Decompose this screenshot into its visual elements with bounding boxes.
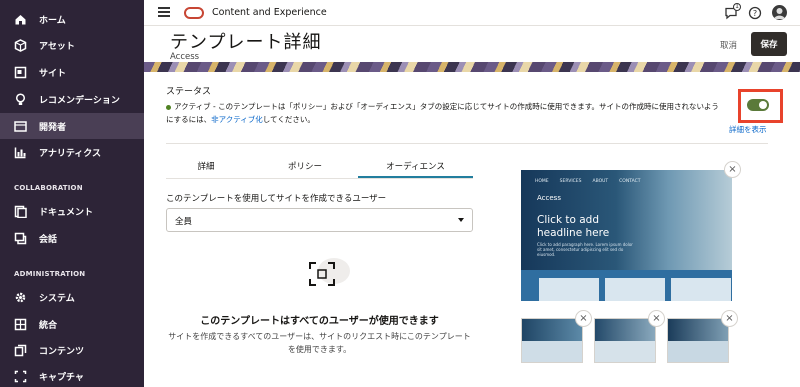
preview-nav-item: HOME bbox=[535, 179, 549, 184]
sidebar-item-label: アセット bbox=[39, 41, 75, 52]
cancel-button[interactable]: 取消 bbox=[720, 39, 737, 51]
template-thumbnail[interactable] bbox=[521, 318, 583, 363]
preview-nav-item: CONTACT bbox=[619, 179, 641, 184]
tab-active-indicator bbox=[358, 176, 473, 178]
page-subtitle: Access bbox=[170, 52, 200, 62]
deactivate-link[interactable]: 非アクティブ化 bbox=[211, 115, 263, 124]
close-icon[interactable]: × bbox=[724, 161, 741, 178]
preview-headline: Click to add headline here bbox=[537, 214, 610, 239]
notification-badge: 1 bbox=[733, 3, 741, 11]
tabs-rule bbox=[166, 178, 473, 179]
sidebar-item-system[interactable]: システム bbox=[0, 284, 144, 310]
sidebar-item-label: ドキュメント bbox=[39, 207, 94, 218]
sidebar-item-label: キャプチャ bbox=[39, 372, 84, 383]
status-text-line2: にするには、 bbox=[166, 115, 212, 124]
sidebar-item-sites[interactable]: サイト bbox=[0, 59, 144, 85]
audience-select[interactable]: 全員 bbox=[166, 208, 473, 232]
template-thumbnail[interactable] bbox=[667, 318, 729, 363]
empty-state-title: このテンプレートはすべてのユーザーが使用できます bbox=[200, 316, 439, 327]
page-title: テンプレート詳細 bbox=[170, 32, 322, 53]
sidebar-item-label: ホーム bbox=[39, 15, 66, 26]
empty-state-description: サイトを作成できるすべてのユーザーは、サイトのリクエスト時にこのテンプレートを使… bbox=[168, 332, 471, 354]
show-details-link[interactable]: 詳細を表示 bbox=[729, 124, 767, 135]
home-icon bbox=[14, 13, 27, 26]
close-icon[interactable]: × bbox=[575, 310, 592, 327]
preview-card bbox=[671, 278, 731, 301]
conversations-icon bbox=[14, 232, 27, 245]
sidebar-item-analytics[interactable]: アナリティクス bbox=[0, 139, 144, 165]
tab-policy[interactable]: ポリシー bbox=[255, 160, 355, 172]
gear-icon bbox=[14, 291, 27, 304]
section-divider bbox=[166, 143, 768, 144]
sidebar-item-documents[interactable]: ドキュメント bbox=[0, 198, 144, 224]
close-icon[interactable]: × bbox=[648, 310, 665, 327]
sidebar-item-capture[interactable]: キャプチャ bbox=[0, 363, 144, 387]
sidebar-item-label: レコメンデーション bbox=[39, 95, 120, 106]
close-icon[interactable]: × bbox=[721, 310, 738, 327]
sidebar-item-label: アナリティクス bbox=[39, 148, 102, 159]
svg-text:?: ? bbox=[753, 9, 757, 18]
status-label: ステータス bbox=[166, 87, 212, 97]
focus-frame-icon bbox=[309, 258, 350, 286]
integrations-icon bbox=[14, 318, 27, 331]
sidebar-item-label: 会話 bbox=[39, 234, 58, 245]
status-text-line1: アクティブ - このテンプレートは「ポリシー」および「オーディエンス」タブの設定… bbox=[174, 102, 719, 111]
preview-nav: HOME SERVICES ABOUT CONTACT bbox=[535, 179, 641, 184]
template-thumbnail[interactable] bbox=[594, 318, 656, 363]
status-description: アクティブ - このテンプレートは「ポリシー」および「オーディエンス」タブの設定… bbox=[166, 100, 734, 126]
header-banner bbox=[144, 62, 800, 72]
preview-card bbox=[539, 278, 599, 301]
sidebar: ホーム アセット サイト レコメンデーション 開発者 アナリティクス COLLA… bbox=[0, 0, 144, 387]
lightbulb-icon bbox=[14, 92, 27, 106]
oracle-logo bbox=[184, 7, 204, 19]
help-icon[interactable]: ? bbox=[748, 6, 762, 20]
sidebar-item-label: サイト bbox=[39, 68, 67, 79]
sidebar-section-collaboration: COLLABORATION bbox=[14, 184, 83, 192]
sites-icon bbox=[14, 66, 27, 79]
tab-audience[interactable]: オーディエンス bbox=[358, 160, 473, 172]
audience-field-label: このテンプレートを使用してサイトを作成できるユーザー bbox=[166, 194, 387, 204]
sidebar-item-label: 開発者 bbox=[39, 122, 67, 133]
content-icon bbox=[14, 344, 27, 357]
save-button[interactable]: 保存 bbox=[751, 32, 787, 56]
developer-icon bbox=[14, 120, 27, 133]
sidebar-item-home[interactable]: ホーム bbox=[0, 6, 144, 32]
tab-details[interactable]: 詳細 bbox=[166, 160, 246, 172]
user-icon bbox=[774, 8, 785, 19]
caret-down-icon bbox=[458, 218, 464, 222]
capture-icon bbox=[14, 370, 27, 383]
hamburger-menu-icon[interactable] bbox=[158, 7, 170, 19]
sidebar-item-conversations[interactable]: 会話 bbox=[0, 225, 144, 251]
status-text-suffix: してください。 bbox=[262, 115, 315, 124]
sidebar-item-assets[interactable]: アセット bbox=[0, 32, 144, 58]
toggle-knob bbox=[759, 101, 767, 109]
audience-select-value: 全員 bbox=[175, 217, 193, 227]
status-active-dot bbox=[166, 104, 171, 110]
user-avatar[interactable] bbox=[772, 5, 787, 20]
preview-nav-item: ABOUT bbox=[592, 179, 609, 184]
template-preview-main[interactable]: HOME SERVICES ABOUT CONTACT Access Click… bbox=[521, 170, 732, 301]
sidebar-item-label: コンテンツ bbox=[39, 346, 85, 357]
analytics-icon bbox=[14, 146, 27, 159]
sidebar-section-administration: ADMINISTRATION bbox=[14, 270, 86, 278]
status-toggle[interactable] bbox=[747, 99, 769, 111]
sidebar-item-integrations[interactable]: 統合 bbox=[0, 311, 144, 337]
preview-site-name: Access bbox=[537, 194, 561, 202]
cube-icon bbox=[14, 38, 27, 52]
documents-icon bbox=[14, 205, 27, 218]
preview-paragraph: Click to add paragraph here. Lorem ipsum… bbox=[537, 242, 633, 257]
sidebar-item-label: 統合 bbox=[39, 320, 58, 331]
app-title: Content and Experience bbox=[212, 7, 327, 18]
sidebar-item-content[interactable]: コンテンツ bbox=[0, 337, 144, 363]
sidebar-item-recommendations[interactable]: レコメンデーション bbox=[0, 86, 144, 112]
sidebar-item-developer[interactable]: 開発者 bbox=[0, 113, 144, 139]
preview-nav-item: SERVICES bbox=[559, 179, 582, 184]
preview-card bbox=[605, 278, 665, 301]
top-bar: Content and Experience 1 ? bbox=[144, 0, 800, 26]
sidebar-item-label: システム bbox=[39, 293, 75, 304]
